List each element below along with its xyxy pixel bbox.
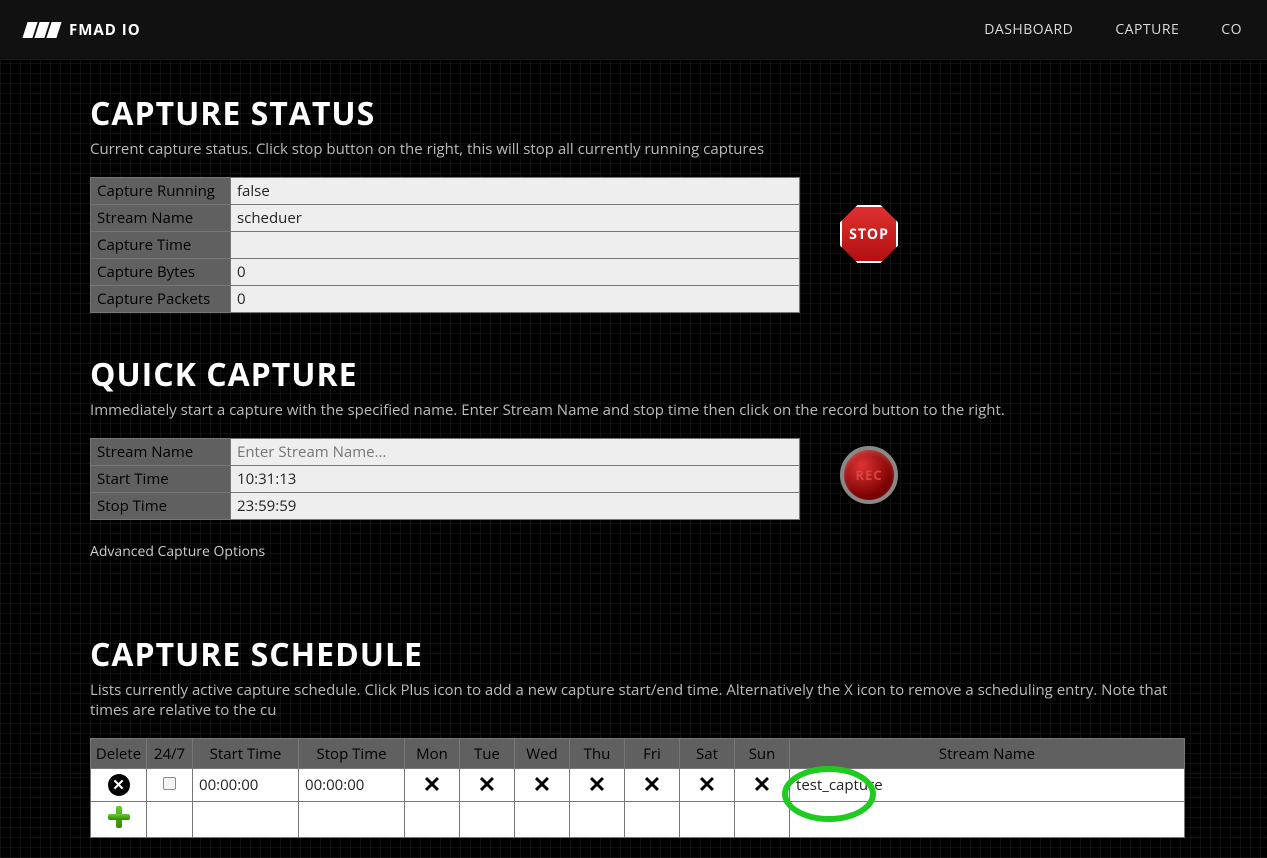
record-button[interactable]: REC	[840, 446, 898, 504]
table-row	[91, 802, 1185, 838]
quick-start-time-input[interactable]	[237, 469, 793, 489]
quick-label-start: Start Time	[91, 466, 231, 493]
sched-col-tue: Tue	[460, 739, 515, 769]
schedule-subtitle: Lists currently active capture schedule.…	[90, 680, 1177, 720]
nav-link-capture[interactable]: CAPTURE	[1115, 20, 1179, 39]
sched-col-fri: Fri	[625, 739, 680, 769]
brand-text: FMAD IO	[69, 20, 141, 40]
stop-button[interactable]: STOP	[840, 205, 898, 263]
rec-icon-label: REC	[855, 466, 882, 484]
table-row: ✕ 00:00:00 00:00:00 ✕ ✕ ✕ ✕ ✕ ✕ ✕ test_c…	[91, 769, 1185, 802]
status-val-running: false	[231, 178, 800, 205]
status-val-bytes: 0	[231, 259, 800, 286]
row-start-time[interactable]: 00:00:00	[193, 769, 299, 802]
sched-col-sun: Sun	[735, 739, 790, 769]
sched-col-delete: Delete	[91, 739, 147, 769]
sched-col-sat: Sat	[680, 739, 735, 769]
status-label-bytes: Capture Bytes	[91, 259, 231, 286]
navbar: FMAD IO DASHBOARD CAPTURE CO	[0, 0, 1267, 60]
row-stop-time[interactable]: 00:00:00	[299, 769, 405, 802]
sched-col-247: 24/7	[147, 739, 193, 769]
quick-table: Stream Name Start Time Stop Time	[90, 438, 800, 520]
sched-col-thu: Thu	[570, 739, 625, 769]
stop-icon-label: STOP	[849, 225, 889, 244]
status-label-stream: Stream Name	[91, 205, 231, 232]
all-day-checkbox[interactable]	[163, 777, 176, 790]
status-val-stream: scheduer	[231, 205, 800, 232]
nav-link-co[interactable]: CO	[1221, 20, 1242, 39]
delete-row-button[interactable]: ✕	[108, 774, 130, 796]
sched-col-wed: Wed	[515, 739, 570, 769]
status-table: Capture Running false Stream Name schedu…	[90, 177, 800, 313]
quick-subtitle: Immediately start a capture with the spe…	[90, 400, 1177, 420]
row-stream-name[interactable]: test_capture	[790, 769, 1185, 802]
sched-col-mon: Mon	[405, 739, 460, 769]
status-label-running: Capture Running	[91, 178, 231, 205]
status-subtitle: Current capture status. Click stop butto…	[90, 139, 1177, 159]
sched-col-stop: Stop Time	[299, 739, 405, 769]
nav-link-dashboard[interactable]: DASHBOARD	[984, 20, 1073, 39]
quick-label-stop: Stop Time	[91, 493, 231, 520]
sched-col-start: Start Time	[193, 739, 299, 769]
sched-col-stream: Stream Name	[790, 739, 1185, 769]
advanced-capture-options-link[interactable]: Advanced Capture Options	[90, 542, 1177, 561]
logo-icon	[25, 22, 59, 38]
quick-stream-name-input[interactable]	[237, 442, 793, 462]
quick-title: QUICK CAPTURE	[90, 353, 1177, 396]
add-row-button[interactable]	[108, 806, 130, 828]
status-label-packets: Capture Packets	[91, 286, 231, 313]
schedule-table: Delete 24/7 Start Time Stop Time Mon Tue…	[90, 738, 1185, 838]
schedule-title: CAPTURE SCHEDULE	[90, 633, 1177, 676]
quick-label-stream: Stream Name	[91, 439, 231, 466]
status-val-time	[231, 232, 800, 259]
quick-stop-time-input[interactable]	[237, 496, 793, 516]
status-label-time: Capture Time	[91, 232, 231, 259]
status-val-packets: 0	[231, 286, 800, 313]
brand-logo[interactable]: FMAD IO	[25, 20, 141, 40]
status-title: CAPTURE STATUS	[90, 92, 1177, 135]
